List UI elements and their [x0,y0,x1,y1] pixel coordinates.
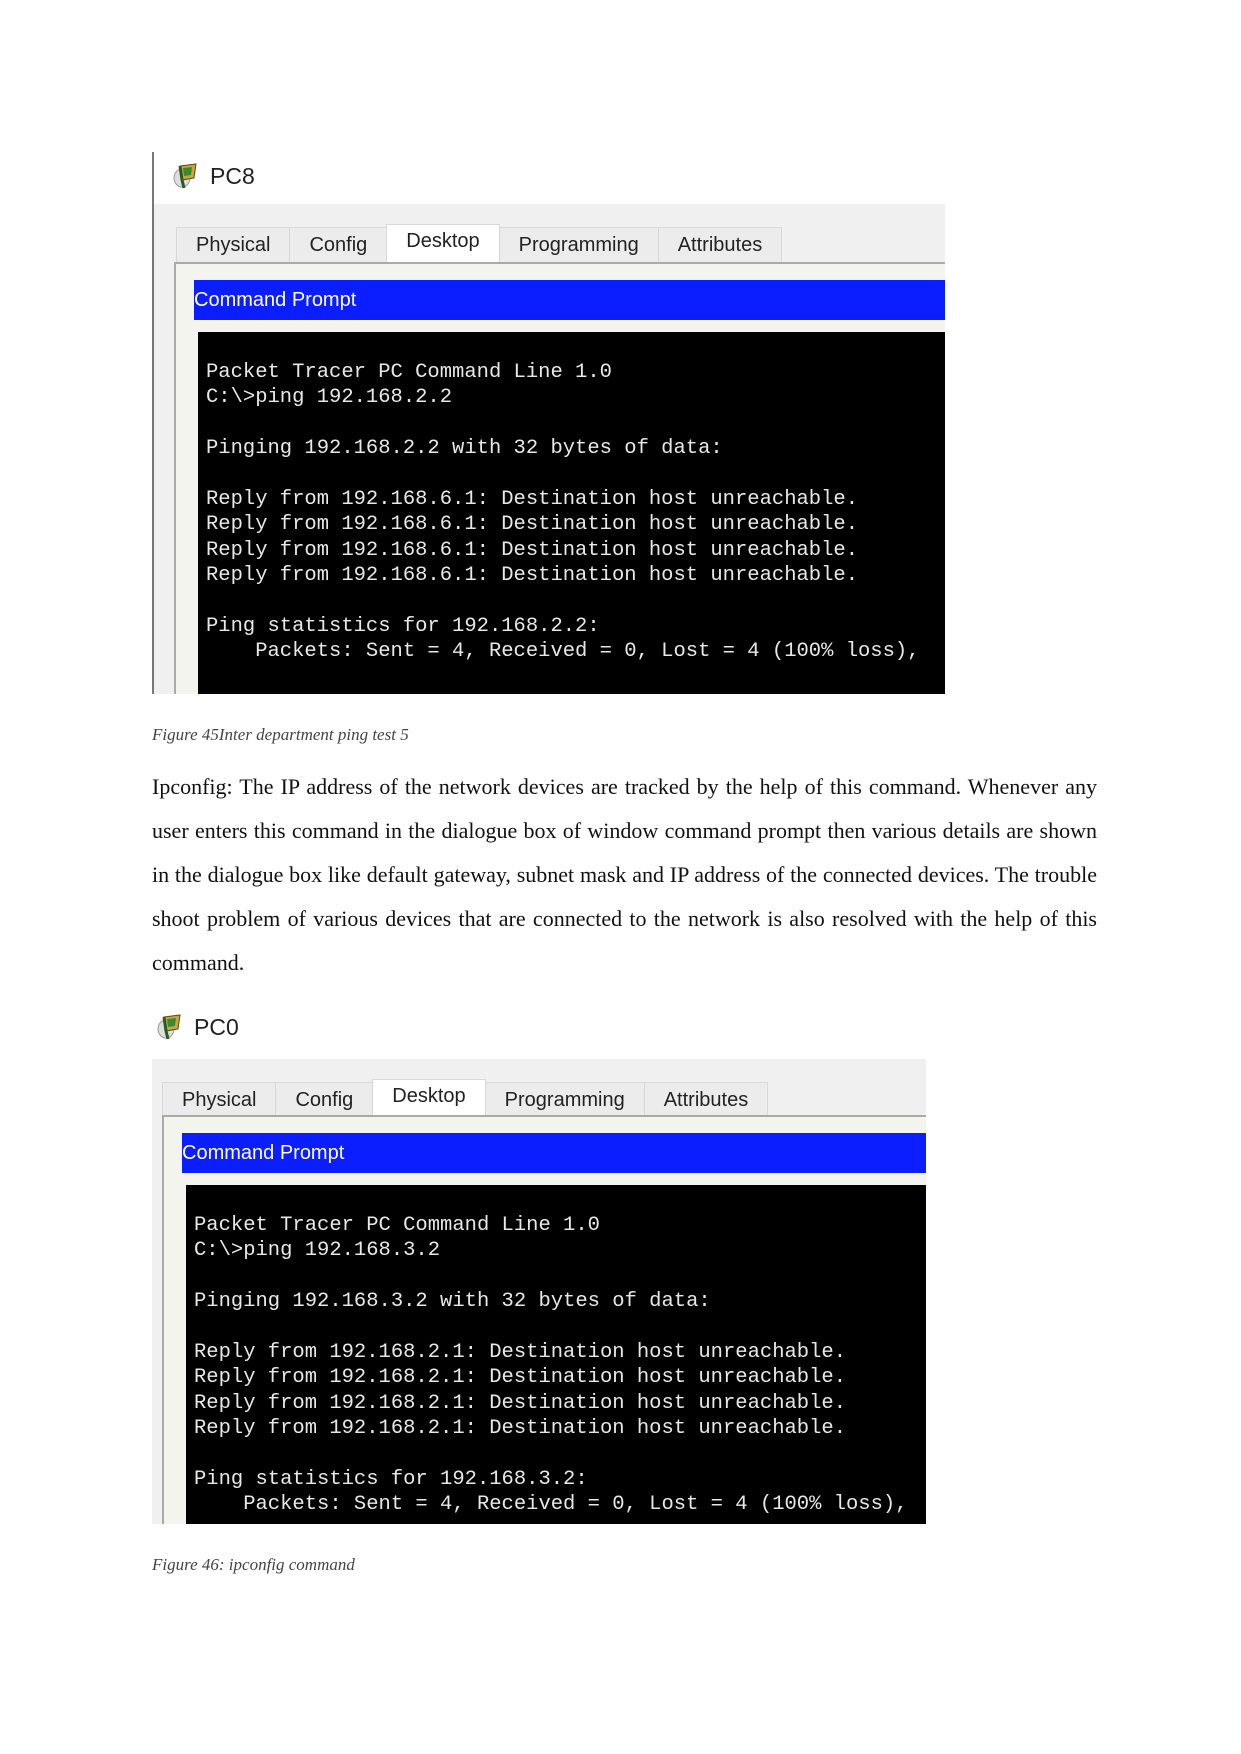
window-title: PC0 [154,1011,239,1043]
terminal-line: Packets: Sent = 4, Received = 0, Lost = … [194,1493,908,1517]
terminal-line: Reply from 192.168.2.1: Destination host… [194,1341,847,1364]
tab-area: Physical Config Desktop Programming Attribut… [152,1059,926,1524]
window-title: PC8 [170,160,255,192]
tab-physical[interactable]: Physical [162,1082,277,1117]
tab-config[interactable]: Config [289,227,388,262]
terminal-output[interactable]: Packet Tracer PC Command Line 1.0 C:\>pin… [198,332,945,694]
packet-tracer-window: PC8 Physical Config Desktop Programming Attr… [152,152,945,694]
terminal-line: Reply from 192.168.2.1: Destination host… [194,1366,847,1390]
terminal-line: Reply from 192.168.6.1: Destination host… [206,513,859,537]
terminal-output[interactable]: Packet Tracer PC Command Line 1.0 C:\>pin… [186,1185,926,1524]
tab-programming[interactable]: Programming [498,227,659,262]
tab-desktop[interactable]: Desktop [386,224,500,262]
command-prompt-titlebar: Command Prompt [182,1133,926,1173]
figure-caption: Figure 46: ipconfig command [152,1555,355,1574]
terminal-line: Reply from 192.168.6.1: Destination host… [206,564,859,588]
pc-device-icon [157,1014,181,1040]
tab-physical[interactable]: Physical [176,227,291,262]
tab-area: Physical Config Desktop Programming Attribut… [154,204,945,694]
packet-tracer-window: PC0 Physical Config Desktop Programming Attr… [152,1005,926,1524]
terminal-line: C:\>ping 192.168.2.2 [206,386,453,410]
tab-bar: Physical Config Desktop Programming Attribut… [162,1079,769,1117]
terminal-line: Packets: Sent = 4, Received = 0, Lost = … [206,640,920,664]
terminal-line: Reply from 192.168.2.1: Destination host… [194,1391,847,1415]
terminal-line: Ping statistics for 192.168.3.2: [194,1468,588,1492]
terminal-line: Ping statistics for 192.168.2.2: [206,615,600,639]
terminal-line: C:\>ping 192.168.3.2 [194,1239,441,1263]
device-name: PC8 [210,162,255,189]
tab-programming[interactable]: Programming [484,1082,645,1117]
terminal-line: Reply from 192.168.6.1: Destination host… [206,538,859,562]
command-prompt-titlebar: Command Prompt [194,280,945,320]
tab-config[interactable]: Config [275,1082,374,1117]
terminal-line: Pinging 192.168.3.2 with 32 bytes of dat… [194,1290,711,1314]
desktop-panel: Command Prompt Packet Tracer PC Command … [162,1115,926,1524]
terminal-line: Reply from 192.168.2.1: Destination host… [194,1417,847,1441]
tab-desktop[interactable]: Desktop [372,1079,486,1117]
desktop-panel: Command Prompt Packet Tracer PC Command … [174,262,945,694]
terminal-line: Reply from 192.168.6.1: Destination host… [206,488,859,511]
figure-caption: Figure 45Inter department ping test 5 [152,725,409,744]
terminal-line: Packet Tracer PC Command Line 1.0 [194,1214,600,1237]
tab-attributes[interactable]: Attributes [657,227,783,262]
body-paragraph: Ipconfig: The IP address of the network … [152,774,1097,975]
terminal-line: Packet Tracer PC Command Line 1.0 [206,361,612,384]
terminal-line: Pinging 192.168.2.2 with 32 bytes of dat… [206,437,723,461]
device-name: PC0 [194,1013,239,1040]
pc-device-icon [173,163,197,189]
tab-bar: Physical Config Desktop Programming Attribut… [176,224,783,262]
tab-attributes[interactable]: Attributes [643,1082,769,1117]
